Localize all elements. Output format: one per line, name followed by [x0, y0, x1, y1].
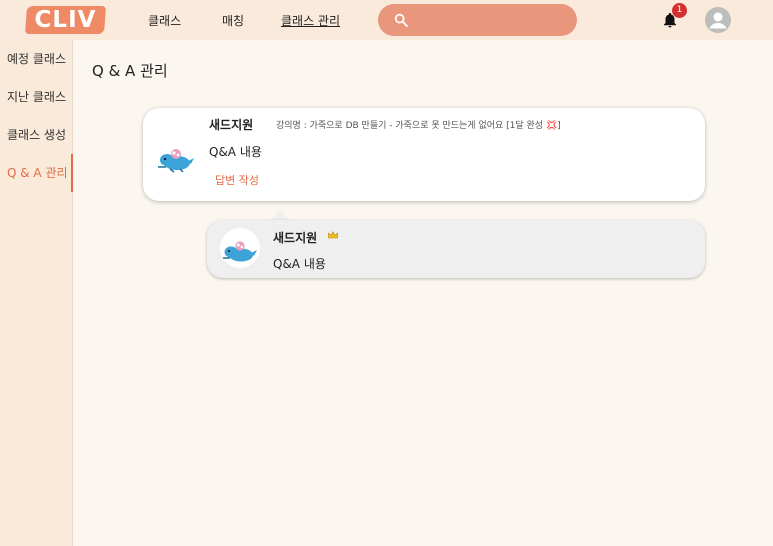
lecture-name-suffix: ] [557, 121, 561, 131]
search-icon [394, 13, 408, 27]
user-avatar[interactable] [705, 7, 731, 33]
page-title: Q & A 관리 [92, 62, 168, 80]
sidebar-item-create[interactable]: 클래스 생성 [0, 116, 73, 154]
person-icon [709, 12, 727, 29]
sidebar-item-upcoming[interactable]: 예정 클래스 [0, 40, 73, 78]
crown-icon [328, 231, 338, 239]
top-header: CLIV 클래스 매칭 클래스 관리 1 [0, 0, 773, 40]
search-input[interactable] [418, 10, 568, 30]
answer-author: 새드지원 [273, 231, 318, 245]
answer-content: Q&A 내용 [273, 257, 326, 271]
answer-pointer [271, 210, 289, 220]
notification-badge: 1 [672, 3, 687, 18]
lecture-name: 강의명 : 가죽으로 DB 만들기 - 가죽으로 못 만드는게 없어요 [1달 … [276, 118, 561, 131]
sidebar-item-past[interactable]: 지난 클래스 [0, 78, 73, 116]
nav-classes[interactable]: 클래스 [148, 12, 181, 29]
dinosaur-avatar-icon [223, 241, 257, 262]
logo-text: CLIV [34, 7, 97, 33]
logo[interactable]: CLIV [25, 6, 106, 34]
answer-avatar [220, 228, 260, 268]
nav-class-manage[interactable]: 클래스 관리 [281, 12, 340, 29]
nav-matching[interactable]: 매칭 [222, 12, 244, 29]
dinosaur-avatar-icon [158, 149, 194, 173]
sidebar-item-qa[interactable]: Q & A 관리 [0, 154, 73, 192]
anger-icon: 💢 [545, 121, 558, 131]
question-content: Q&A 내용 [209, 145, 262, 159]
sidebar: 예정 클래스 지난 클래스 클래스 생성 Q & A 관리 [0, 40, 73, 546]
search-bar[interactable] [378, 4, 577, 36]
question-author: 새드지원 [209, 118, 254, 132]
write-answer-button[interactable]: 답변 작성 [215, 172, 259, 188]
lecture-name-text: 강의명 : 가죽으로 DB 만들기 - 가죽으로 못 만드는게 없어요 [1달 … [276, 121, 546, 131]
